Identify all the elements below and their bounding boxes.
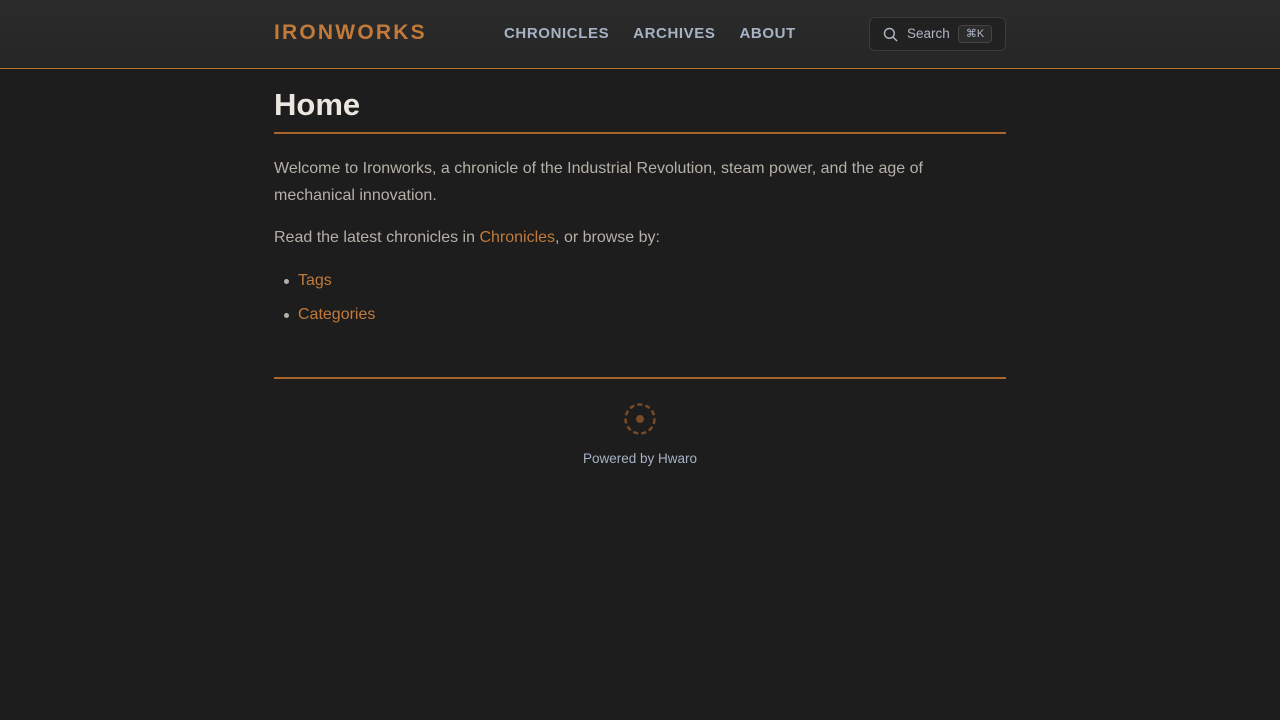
main-nav: CHRONICLES ARCHIVES ABOUT <box>504 25 796 42</box>
page-title: Home <box>274 87 361 122</box>
nav-item-about[interactable]: ABOUT <box>739 25 795 42</box>
categories-link[interactable]: Categories <box>298 306 375 323</box>
powered-by-text: Powered by Hwaro <box>582 451 698 466</box>
browse-paragraph: Read the latest chronicles in Chronicles… <box>274 226 660 250</box>
browse-prefix: Read the latest chronicles in <box>274 229 480 246</box>
list-item: Categories <box>284 303 375 337</box>
site-logo[interactable]: IRONWORKS <box>274 21 427 45</box>
browse-suffix: , or browse by: <box>555 229 660 246</box>
title-divider <box>274 132 1006 134</box>
site-header: IRONWORKS CHRONICLES ARCHIVES ABOUT Sear… <box>0 0 1280 69</box>
search-icon <box>883 27 898 42</box>
search-button[interactable]: Search ⌘K <box>869 17 1006 51</box>
search-label: Search <box>907 26 950 41</box>
list-bullet <box>284 279 289 284</box>
intro-paragraph: Welcome to Ironworks, a chronicle of the… <box>274 160 923 204</box>
nav-item-chronicles[interactable]: CHRONICLES <box>504 25 609 42</box>
tags-link[interactable]: Tags <box>298 272 332 289</box>
chronicles-link[interactable]: Chronicles <box>479 229 555 246</box>
browse-list: Tags Categories <box>284 269 375 337</box>
footer-divider <box>274 377 1006 379</box>
list-item: Tags <box>284 269 375 303</box>
nav-item-archives[interactable]: ARCHIVES <box>633 25 715 42</box>
gear-icon <box>624 403 656 435</box>
search-shortcut-badge: ⌘K <box>958 25 992 43</box>
list-bullet <box>284 313 289 318</box>
